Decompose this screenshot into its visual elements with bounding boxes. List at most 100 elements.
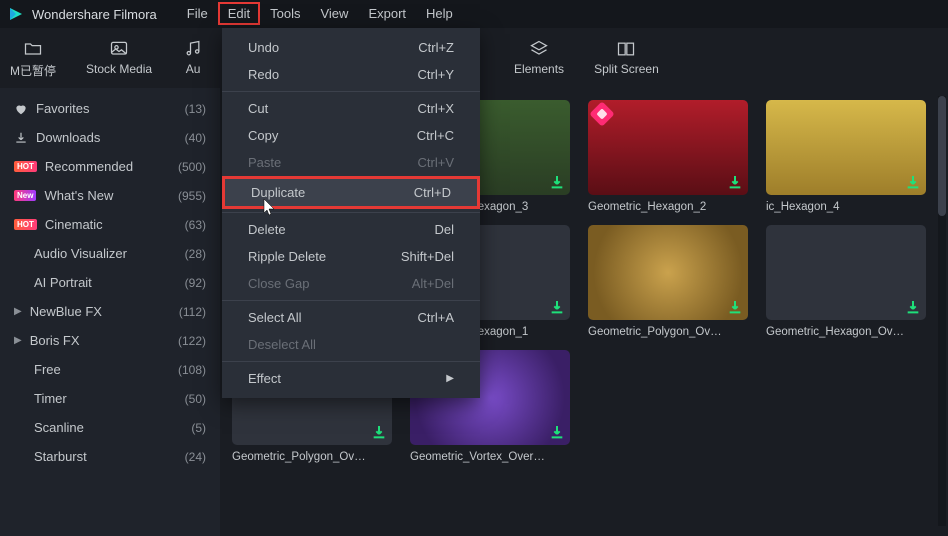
menu-item-ripple-delete[interactable]: Ripple DeleteShift+Del — [222, 243, 480, 270]
toolbar-image[interactable]: Stock Media — [86, 38, 152, 79]
sidebar-item-boris-fx[interactable]: ▶ Boris FX (122) — [0, 326, 220, 355]
menu-item-delete[interactable]: Delete Del — [222, 216, 480, 243]
sidebar-item-scanline[interactable]: Scanline(5) — [0, 413, 220, 442]
scrollbar-thumb[interactable] — [938, 96, 946, 216]
menu-item-redo[interactable]: Redo Ctrl+Y — [222, 61, 480, 88]
sidebar-count: (122) — [178, 334, 206, 348]
music-icon — [182, 38, 204, 60]
sidebar-item-audio-visualizer[interactable]: Audio Visualizer(28) — [0, 239, 220, 268]
sidebar-item-timer[interactable]: Timer(50) — [0, 384, 220, 413]
menu-separator — [222, 212, 480, 213]
menu-item-label: Deselect All — [248, 337, 316, 352]
asset-card[interactable]: ic_Hexagon_4 — [766, 100, 926, 213]
sidebar-item-favorites[interactable]: Favorites(13) — [0, 94, 220, 123]
badge-hot: HOT — [14, 219, 37, 230]
app-title: Wondershare Filmora — [32, 7, 157, 22]
menu-item-select-all[interactable]: Select All Ctrl+A — [222, 304, 480, 331]
menu-item-shortcut: Ctrl+X — [418, 101, 454, 116]
menu-item-paste: PasteCtrl+V — [222, 149, 480, 176]
toolbar-label: M已暂停 — [10, 62, 56, 79]
asset-thumbnail — [588, 225, 748, 320]
badge-new: New — [14, 190, 36, 201]
menu-help[interactable]: Help — [416, 2, 463, 25]
menu-item-undo[interactable]: Undo Ctrl+Z — [222, 34, 480, 61]
sidebar-item-cinematic[interactable]: HOTCinematic(63) — [0, 210, 220, 239]
menu-item-shortcut: Ctrl+A — [418, 310, 454, 325]
chevron-right-icon: ▶ — [14, 335, 22, 346]
download-icon[interactable] — [371, 424, 387, 440]
download-icon[interactable] — [905, 174, 921, 190]
toolbar-music[interactable]: Au — [182, 38, 204, 79]
menu-item-label: Select All — [248, 310, 301, 325]
menu-item-effect[interactable]: Effect▶ — [222, 365, 480, 392]
sidebar-item-ai-portrait[interactable]: AI Portrait(92) — [0, 268, 220, 297]
toolbar-layers[interactable]: Elements — [514, 38, 564, 79]
menu-item-cut[interactable]: Cut Ctrl+X — [222, 95, 480, 122]
asset-card[interactable]: Geometric_Hexagon_Ov… — [766, 225, 926, 338]
sidebar-label: Starburst — [34, 449, 87, 464]
scrollbar-track[interactable] — [938, 96, 946, 526]
sidebar-count: (40) — [185, 131, 206, 145]
sidebar-label: Boris FX — [30, 333, 80, 348]
menu-item-shortcut: Ctrl+C — [417, 128, 454, 143]
toolbar-folder[interactable]: M已暂停 — [10, 38, 56, 79]
menu-item-label: Delete — [248, 222, 286, 237]
sidebar-item-recommended[interactable]: HOTRecommended(500) — [0, 152, 220, 181]
sidebar-item-downloads[interactable]: Downloads(40) — [0, 123, 220, 152]
download-icon[interactable] — [905, 299, 921, 315]
menu-item-duplicate[interactable]: DuplicateCtrl+D — [222, 176, 480, 209]
asset-title: Geometric_Polygon_Ov… — [232, 451, 392, 463]
asset-card[interactable]: Geometric_Hexagon_2 — [588, 100, 748, 213]
badge-hot: HOT — [14, 161, 37, 172]
sidebar-item-starburst[interactable]: Starburst(24) — [0, 442, 220, 471]
toolbar-label: Au — [186, 62, 201, 76]
menu-item-shortcut: Ctrl+Y — [418, 67, 454, 82]
menu-export[interactable]: Export — [358, 2, 416, 25]
menu-item-label: Redo — [248, 67, 279, 82]
menu-item-shortcut: Ctrl+V — [418, 155, 454, 170]
download-icon[interactable] — [727, 299, 743, 315]
sidebar-item-free[interactable]: Free(108) — [0, 355, 220, 384]
menu-item-copy[interactable]: CopyCtrl+C — [222, 122, 480, 149]
asset-card[interactable]: Geometric_Polygon_Ov… — [588, 225, 748, 338]
toolbar-label: Stock Media — [86, 62, 152, 76]
menu-item-label: Cut — [248, 101, 268, 116]
download-icon[interactable] — [727, 174, 743, 190]
app-logo-icon — [8, 6, 24, 22]
menu-separator — [222, 91, 480, 92]
asset-title: Geometric_Vortex_Over… — [410, 451, 570, 463]
menu-view[interactable]: View — [310, 2, 358, 25]
sidebar-item-newblue-fx[interactable]: ▶NewBlue FX(112) — [0, 297, 220, 326]
menu-item-shortcut: Del — [434, 222, 454, 237]
heart-icon — [14, 102, 28, 116]
toolbar-label: Elements — [514, 62, 564, 76]
menu-edit[interactable]: Edit — [218, 2, 260, 25]
sidebar-item-what-s-new[interactable]: NewWhat's New(955) — [0, 181, 220, 210]
menu-item-deselect-all: Deselect All — [222, 331, 480, 358]
sidebar-label: Free — [34, 362, 61, 377]
download-icon[interactable] — [549, 299, 565, 315]
sidebar-label: AI Portrait — [34, 275, 92, 290]
menu-tools[interactable]: Tools — [260, 2, 310, 25]
menu-item-shortcut: Shift+Del — [401, 249, 454, 264]
sidebar-count: (50) — [185, 392, 206, 406]
asset-thumbnail — [766, 100, 926, 195]
menu-item-label: Undo — [248, 40, 279, 55]
menu-item-shortcut: Ctrl+Z — [418, 40, 454, 55]
menu-item-label: Duplicate — [251, 185, 305, 200]
menu-item-label: Close Gap — [248, 276, 309, 291]
asset-title: Geometric_Hexagon_Ov… — [766, 326, 926, 338]
menu-separator — [222, 300, 480, 301]
sidebar-count: (955) — [178, 189, 206, 203]
toolbar-label: Split Screen — [594, 62, 659, 76]
sidebar-label: Cinematic — [45, 217, 103, 232]
edit-dropdown-menu: Undo Ctrl+Z Redo Ctrl+Y Cut Ctrl+X CopyCtrl+CP… — [222, 28, 480, 398]
folder-icon — [22, 38, 44, 60]
menu-separator — [222, 361, 480, 362]
toolbar-split[interactable]: Split Screen — [594, 38, 659, 79]
menu-file[interactable]: File — [177, 2, 218, 25]
asset-title: Geometric_Polygon_Ov… — [588, 326, 748, 338]
asset-thumbnail — [766, 225, 926, 320]
download-icon[interactable] — [549, 424, 565, 440]
download-icon[interactable] — [549, 174, 565, 190]
